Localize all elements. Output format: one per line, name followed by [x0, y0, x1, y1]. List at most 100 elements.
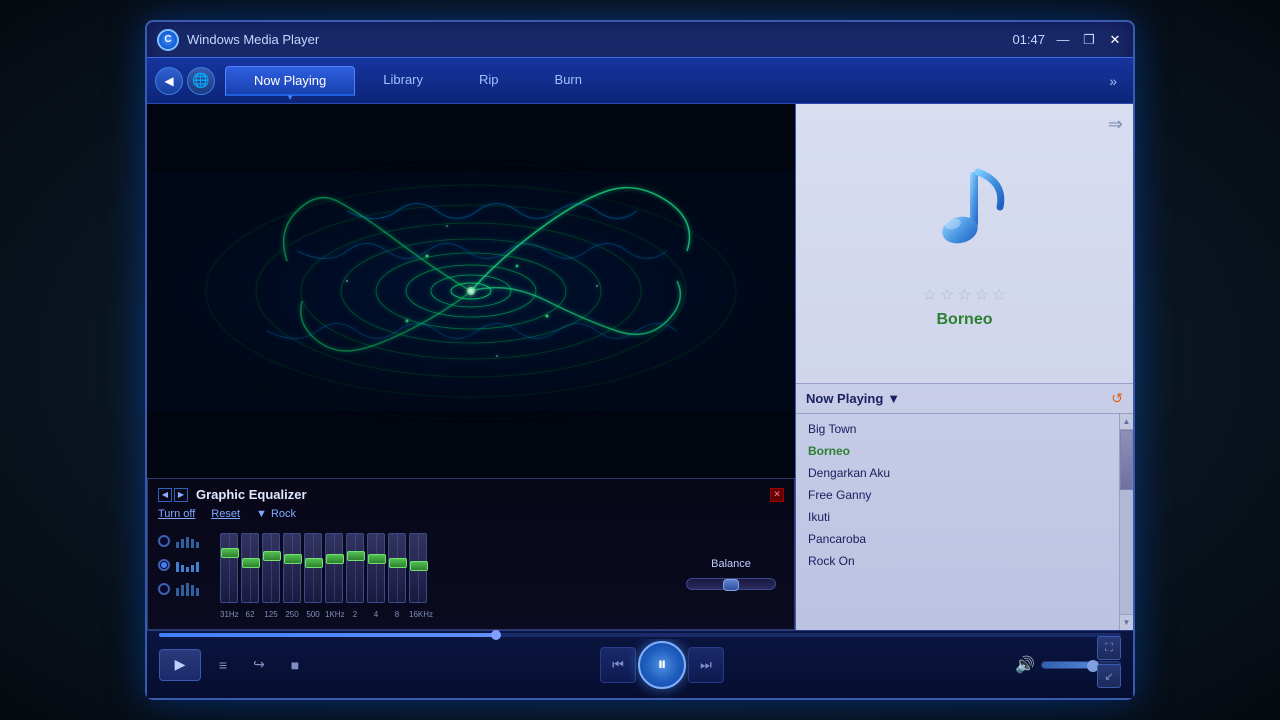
- tab-now-playing[interactable]: Now Playing: [225, 66, 355, 96]
- playlist-item-5[interactable]: Pancaroba: [796, 528, 1119, 550]
- eq-panel: ◀ ▶ Graphic Equalizer ✕ Turn off Reset ▼…: [147, 478, 795, 630]
- eq-slider-6[interactable]: [346, 533, 364, 603]
- playlist-item-6[interactable]: Rock On: [796, 550, 1119, 572]
- star-3[interactable]: ☆: [957, 285, 971, 305]
- progress-thumb[interactable]: [491, 630, 501, 640]
- eq-balance-thumb[interactable]: [723, 579, 739, 591]
- previous-button[interactable]: ⏮: [600, 647, 636, 683]
- scrollbar-down[interactable]: ▼: [1120, 614, 1133, 630]
- eq-slider-3[interactable]: [283, 533, 301, 603]
- star-1[interactable]: ☆: [923, 285, 937, 305]
- nav-tabs: Now Playing Library Rip Burn: [225, 66, 1097, 96]
- eq-balance-slider[interactable]: [686, 578, 776, 590]
- corner-buttons: ⛶ ↙: [1097, 636, 1121, 688]
- eq-preset-row-2: [158, 556, 204, 574]
- eq-preset-icon-1: [174, 532, 204, 550]
- title-bar-right: 01:47 — ❐ ✕: [1012, 32, 1123, 48]
- restore-button[interactable]: ❐: [1081, 32, 1097, 48]
- eq-next-button[interactable]: ▶: [174, 488, 188, 502]
- eq-nav-buttons: ◀ ▶: [158, 488, 188, 502]
- main-content: ◀ ▶ Graphic Equalizer ✕ Turn off Reset ▼…: [147, 104, 1133, 630]
- stop-button[interactable]: ■: [281, 651, 309, 679]
- playlist-items: Big Town Borneo Dengarkan Aku Free Ganny…: [796, 414, 1119, 631]
- playlist-area: Now Playing ▼ ↺ Big Town Borneo Dengarka…: [796, 383, 1133, 631]
- eq-preset-icon-3: [174, 580, 204, 598]
- eq-preset-arrow: ▼: [256, 508, 267, 520]
- eq-slider-4[interactable]: [304, 533, 322, 603]
- visualization: [147, 104, 795, 478]
- video-mode-button[interactable]: ▶: [159, 649, 201, 681]
- freq-label-4: 500: [304, 610, 322, 619]
- eq-controls: Turn off Reset ▼ Rock: [158, 508, 784, 520]
- playlist-title-label: Now Playing: [806, 391, 883, 406]
- eq-radio-1[interactable]: [158, 535, 170, 547]
- eq-radio-3[interactable]: [158, 583, 170, 595]
- fullscreen-icon: ⛶: [1105, 642, 1113, 655]
- eq-prev-button[interactable]: ◀: [158, 488, 172, 502]
- compact-mode-button[interactable]: ↙: [1097, 664, 1121, 688]
- playlist-refresh-icon[interactable]: ↺: [1111, 390, 1123, 407]
- eq-slider-0[interactable]: [220, 533, 238, 603]
- album-art: [905, 157, 1025, 277]
- eq-balance: Balance: [678, 528, 784, 619]
- star-5[interactable]: ☆: [992, 285, 1006, 305]
- star-2[interactable]: ☆: [940, 285, 954, 305]
- scrollbar-up[interactable]: ▲: [1120, 414, 1133, 430]
- clock: 01:47: [1012, 32, 1045, 47]
- minimize-button[interactable]: —: [1055, 32, 1071, 48]
- pause-icon: ⏸: [658, 654, 667, 675]
- bottom-bar: ▶ ≡ ↪ ■ ⏮ ⏸ ⏭ 🔊: [147, 630, 1133, 698]
- right-panel: ⇒: [795, 104, 1133, 630]
- track-title: Borneo: [937, 311, 993, 329]
- eq-slider-1[interactable]: [241, 533, 259, 603]
- freq-label-8: 8: [388, 610, 406, 619]
- nav-more-button[interactable]: »: [1101, 69, 1125, 93]
- next-button[interactable]: ⏭: [688, 647, 724, 683]
- eq-radio-2[interactable]: [158, 559, 170, 571]
- eq-slider-8[interactable]: [388, 533, 406, 603]
- globe-button[interactable]: 🌐: [187, 67, 215, 95]
- playlist-item-2[interactable]: Dengarkan Aku: [796, 462, 1119, 484]
- progress-bar-container: [147, 631, 1133, 639]
- fullscreen-button[interactable]: ⛶: [1097, 636, 1121, 660]
- eq-slider-5[interactable]: [325, 533, 343, 603]
- eq-sliders: 31Hz 62 125 250 500 1KHz 2 4 8 16KHz: [216, 528, 666, 619]
- tab-rip[interactable]: Rip: [451, 66, 527, 96]
- tab-burn[interactable]: Burn: [527, 66, 610, 96]
- volume-icon[interactable]: 🔊: [1015, 655, 1035, 675]
- freq-label-1: 62: [241, 610, 259, 619]
- eq-slider-2[interactable]: [262, 533, 280, 603]
- freq-label-3: 250: [283, 610, 301, 619]
- playlist-scrollbar[interactable]: ▲ ▼: [1119, 414, 1133, 631]
- eq-preset-icon-2: [174, 556, 204, 574]
- video-play-icon: ▶: [175, 656, 186, 673]
- scrollbar-thumb[interactable]: [1120, 430, 1133, 490]
- star-4[interactable]: ☆: [975, 285, 989, 305]
- playlist-header: Now Playing ▼ ↺: [796, 384, 1133, 414]
- eq-turnoff-button[interactable]: Turn off: [158, 508, 195, 520]
- nav-arrow-right[interactable]: ⇒: [1108, 114, 1123, 135]
- eq-preset-dropdown[interactable]: ▼ Rock: [256, 508, 296, 520]
- playlist-toggle-button[interactable]: ≡: [209, 651, 237, 679]
- playlist-item-4[interactable]: Ikuti: [796, 506, 1119, 528]
- playlist-item-1[interactable]: Borneo: [796, 440, 1119, 462]
- close-button[interactable]: ✕: [1107, 32, 1123, 48]
- minimize-to-skin-button[interactable]: ↪: [245, 651, 273, 679]
- playlist-title-dropdown[interactable]: Now Playing ▼: [806, 391, 900, 406]
- freq-label-0: 31Hz: [220, 610, 238, 619]
- back-button[interactable]: ◀: [155, 67, 183, 95]
- eq-balance-label: Balance: [711, 558, 751, 570]
- eq-slider-7[interactable]: [367, 533, 385, 603]
- pause-button[interactable]: ⏸: [638, 641, 686, 689]
- playlist-item-3[interactable]: Free Ganny: [796, 484, 1119, 506]
- progress-bar-track[interactable]: [159, 633, 1121, 637]
- star-rating[interactable]: ☆ ☆ ☆ ☆ ☆: [923, 285, 1007, 305]
- eq-close-button[interactable]: ✕: [770, 488, 784, 502]
- eq-slider-9[interactable]: [409, 533, 427, 603]
- playlist-item-0[interactable]: Big Town: [796, 418, 1119, 440]
- tab-library[interactable]: Library: [355, 66, 451, 96]
- progress-bar-fill: [159, 633, 496, 637]
- freq-label-9: 16KHz: [409, 610, 427, 619]
- eq-reset-button[interactable]: Reset: [211, 508, 240, 520]
- title-bar-left: C Windows Media Player: [157, 29, 319, 51]
